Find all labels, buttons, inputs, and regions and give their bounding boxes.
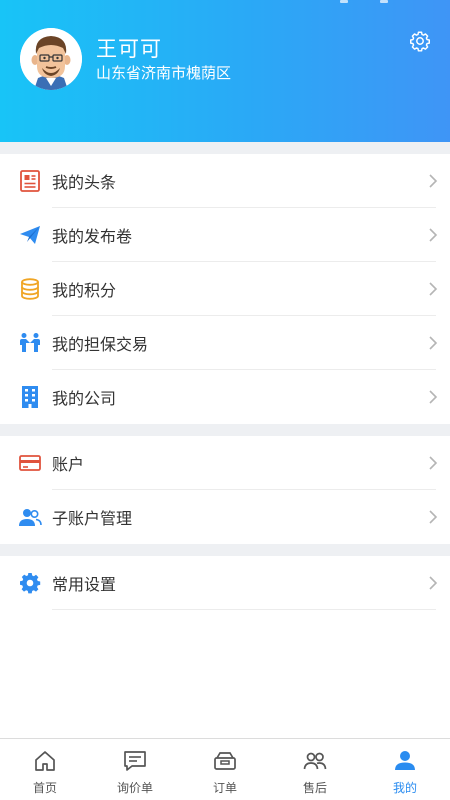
gear-icon bbox=[20, 573, 41, 594]
menu-item-label: 我的担保交易 bbox=[52, 335, 149, 354]
menu-item-label: 我的头条 bbox=[52, 173, 117, 192]
menu-item-account[interactable]: 账户 bbox=[0, 436, 450, 490]
chevron-right-icon bbox=[429, 336, 438, 350]
menu-item-my-publications[interactable]: 我的发布卷 bbox=[0, 208, 450, 262]
credit-card-icon bbox=[19, 455, 41, 471]
profile-header: 王可可 山东省济南市槐荫区 bbox=[0, 0, 450, 142]
tab-home[interactable]: 首页 bbox=[0, 739, 90, 800]
chevron-right-icon bbox=[429, 228, 438, 242]
gear-icon bbox=[410, 31, 430, 52]
person-icon bbox=[395, 751, 415, 770]
menu-item-label: 账户 bbox=[52, 455, 85, 474]
tab-mine[interactable]: 我的 bbox=[360, 739, 450, 800]
chevron-right-icon bbox=[429, 510, 438, 524]
chevron-right-icon bbox=[429, 390, 438, 404]
home-icon bbox=[35, 751, 55, 771]
users-icon bbox=[19, 509, 42, 526]
user-location: 山东省济南市槐荫区 bbox=[96, 64, 232, 82]
menu-item-label: 子账户管理 bbox=[52, 509, 133, 528]
menu-item-label: 我的公司 bbox=[52, 389, 117, 408]
paper-plane-icon bbox=[20, 226, 40, 244]
menu-item-my-escrow-trades[interactable]: 我的担保交易 bbox=[0, 316, 450, 370]
tab-inquiry[interactable]: 询价单 bbox=[90, 739, 180, 800]
settings-button[interactable] bbox=[409, 30, 431, 52]
tab-after-sales[interactable]: 售后 bbox=[270, 739, 360, 800]
menu-item-my-company[interactable]: 我的公司 bbox=[0, 370, 450, 424]
menu-item-label: 我的积分 bbox=[52, 281, 117, 300]
building-icon bbox=[22, 386, 38, 408]
user-name: 王可可 bbox=[96, 37, 162, 61]
menu-item-my-headlines[interactable]: 我的头条 bbox=[0, 154, 450, 208]
section-gap bbox=[0, 424, 450, 436]
chevron-right-icon bbox=[429, 282, 438, 296]
tab-label: 我的 bbox=[392, 781, 417, 795]
tab-orders[interactable]: 订单 bbox=[180, 739, 270, 800]
database-icon bbox=[21, 278, 39, 300]
tab-label: 首页 bbox=[32, 781, 57, 795]
menu-item-label: 常用设置 bbox=[52, 575, 117, 594]
section-gap bbox=[0, 544, 450, 556]
handshake-icon bbox=[20, 333, 40, 352]
tab-label: 询价单 bbox=[116, 781, 153, 795]
chevron-right-icon bbox=[429, 576, 438, 590]
tab-label: 售后 bbox=[302, 781, 327, 795]
menu-item-my-points[interactable]: 我的积分 bbox=[0, 262, 450, 316]
menu-item-sub-account-management[interactable]: 子账户管理 bbox=[0, 490, 450, 544]
tab-label: 订单 bbox=[212, 781, 237, 795]
menu-item-label: 我的发布卷 bbox=[52, 227, 133, 246]
chevron-right-icon bbox=[429, 174, 438, 188]
order-box-icon bbox=[214, 752, 236, 770]
service-users-icon bbox=[303, 752, 327, 770]
status-bar bbox=[340, 0, 390, 4]
divider bbox=[52, 609, 436, 610]
headline-icon bbox=[20, 170, 40, 192]
message-icon bbox=[124, 751, 146, 771]
chevron-right-icon bbox=[429, 456, 438, 470]
section-gap bbox=[0, 142, 450, 154]
menu-item-common-settings[interactable]: 常用设置 bbox=[0, 556, 450, 610]
bottom-tab-bar: 首页 询价单 订单 售后 我的 bbox=[0, 738, 450, 800]
cartoon-man-avatar-icon bbox=[20, 28, 82, 90]
avatar[interactable] bbox=[20, 28, 82, 90]
